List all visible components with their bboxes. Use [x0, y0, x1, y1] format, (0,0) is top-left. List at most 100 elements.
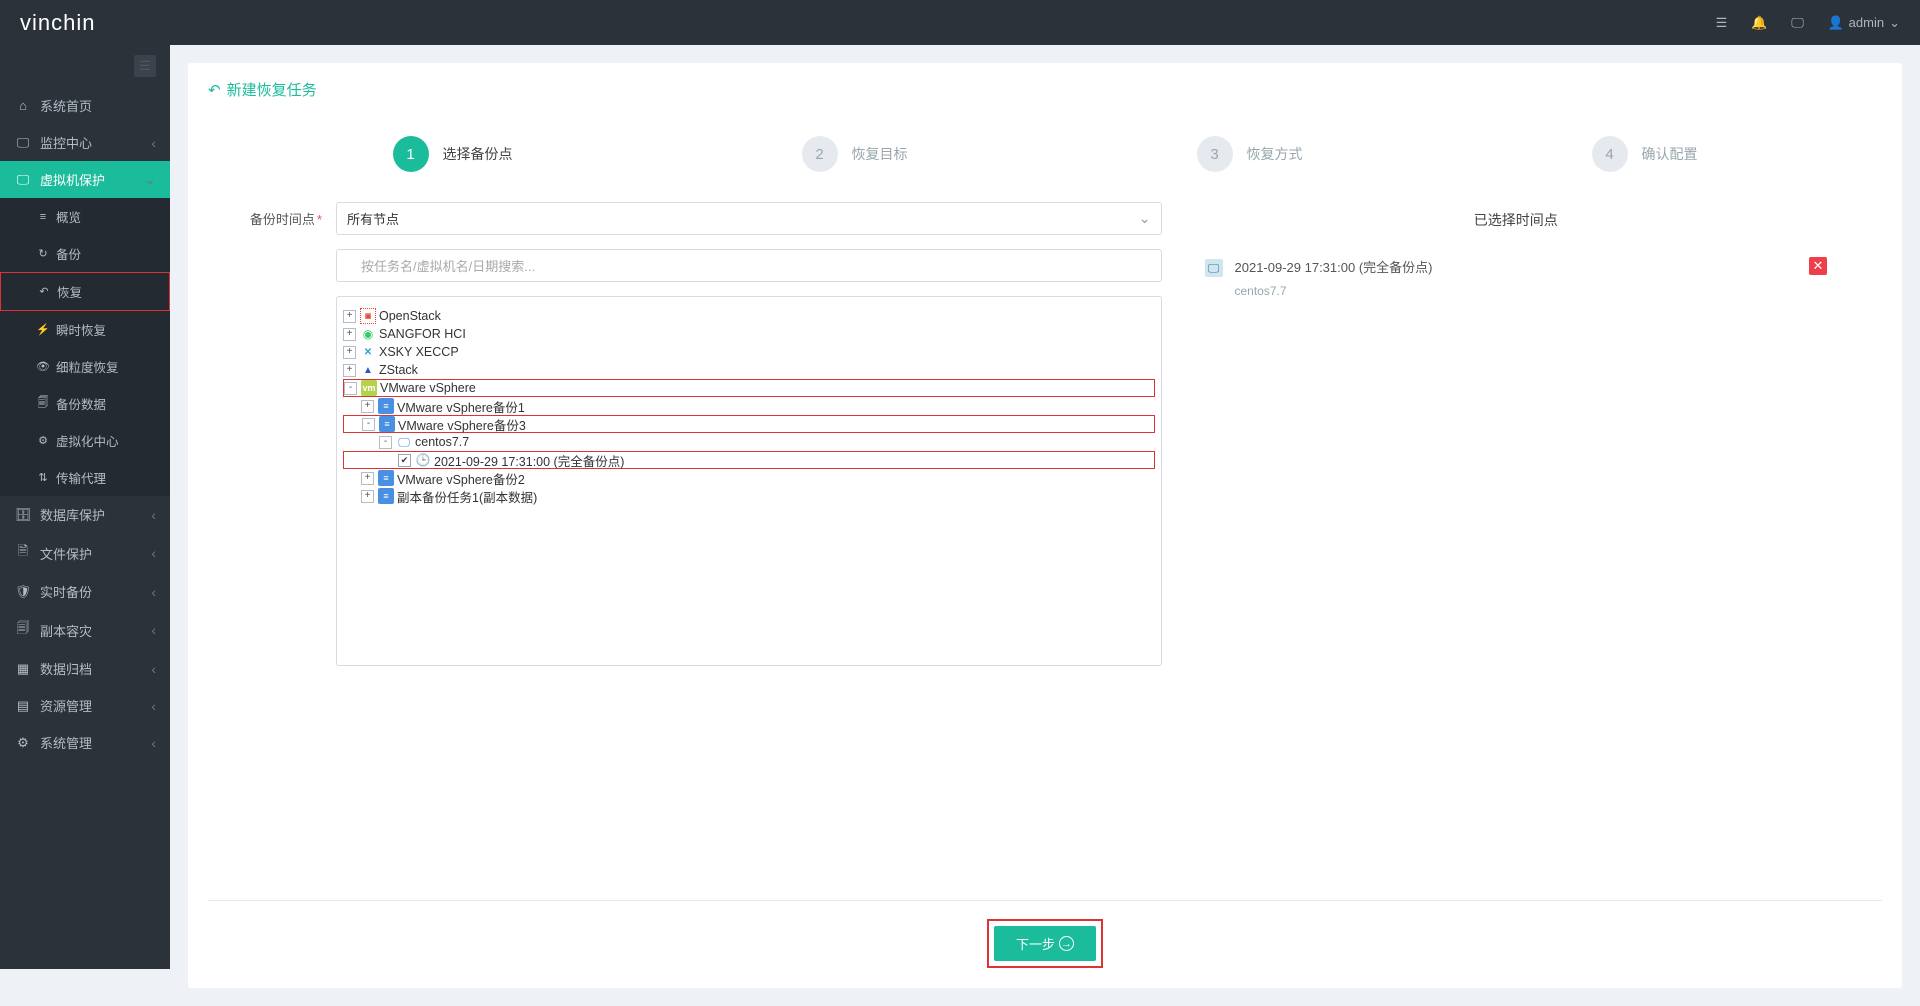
vm-icon: 🖵 — [396, 434, 412, 450]
xsky-icon: ✕ — [360, 344, 376, 360]
undo-icon: ↶ — [37, 285, 51, 298]
top-header: vinchin ☰ 🔔 🖵 👤 admin ⌄ — [0, 0, 1920, 45]
step-label: 确认配置 — [1642, 144, 1698, 164]
sidebar: ☰ ⌂ 系统首页 🖵 监控中心 🖵 虚拟机保护 ≡概览 ↻ 备份 ↶ 恢复 ⚡瞬时恢… — [0, 45, 170, 969]
nav-sub-virtcenter[interactable]: ⚙虚拟化中心 — [0, 422, 170, 459]
nav-realtime[interactable]: 🛡 实时备份 — [0, 573, 170, 610]
nav-label: 传输代理 — [56, 468, 106, 487]
copy-icon: 🗐 — [36, 394, 50, 413]
tree-node-vmware[interactable]: -vmVMware vSphere — [343, 379, 1155, 397]
tree-node-xsky[interactable]: +✕XSKY XECCP — [343, 343, 1155, 361]
nav-archive[interactable]: ▦数据归档 — [0, 650, 170, 687]
copy-icon: 🗐 — [14, 619, 32, 641]
nav-home[interactable]: ⌂ 系统首页 — [0, 87, 170, 124]
next-button[interactable]: 下一步 — [994, 926, 1096, 961]
remove-selected-button[interactable]: ✕ — [1809, 257, 1827, 275]
tree-node-replica[interactable]: +≡副本备份任务1(副本数据) — [343, 487, 1155, 505]
nav-db[interactable]: 🗄数据库保护 — [0, 496, 170, 533]
field-label-backup-point: 备份时间点* — [248, 209, 336, 228]
nav-system[interactable]: ⚙ 系统管理 — [0, 724, 170, 761]
wizard-panel: ↶ 新建恢复任务 1 选择备份点 2 恢复目标 3 恢复方式 4 确认配置 — [188, 63, 1902, 988]
next-button-highlight: 下一步 — [987, 919, 1103, 968]
collapse-icon[interactable]: - — [344, 382, 357, 395]
nav-label: 备份 — [56, 244, 81, 263]
nav-sub-restore[interactable]: ↶ 恢复 — [0, 272, 170, 311]
list-icon[interactable]: ☰ — [1713, 15, 1729, 31]
main-content: ↶ 新建恢复任务 1 选择备份点 2 恢复目标 3 恢复方式 4 确认配置 — [170, 45, 1920, 1006]
nav-label: 文件保护 — [40, 544, 92, 563]
selected-item-title: 2021-09-29 17:31:00 (完全备份点) — [1235, 257, 1810, 276]
refresh-icon: ↻ — [36, 247, 50, 260]
tree-node-openstack[interactable]: +▣OpenStack — [343, 307, 1155, 325]
nav-replica[interactable]: 🗐副本容灾 — [0, 610, 170, 650]
nav-file[interactable]: 🗎 文件保护 — [0, 533, 170, 573]
nav-vm-protect[interactable]: 🖵 虚拟机保护 — [0, 161, 170, 198]
nav-monitor[interactable]: 🖵 监控中心 — [0, 124, 170, 161]
tree-node-centos[interactable]: -🖵centos7.7 — [343, 433, 1155, 451]
nav-label: 系统首页 — [40, 96, 92, 115]
settings-icon: ⚙ — [14, 735, 32, 751]
expand-icon[interactable]: + — [343, 328, 356, 341]
backup-task-icon: ≡ — [379, 416, 395, 432]
grid-icon: ▤ — [14, 698, 32, 714]
backup-tree: +▣OpenStack +◉SANGFOR HCI +✕XSKY XECCP +… — [336, 296, 1162, 666]
tree-node-vmw-b3[interactable]: -≡VMware vSphere备份3 — [343, 415, 1155, 433]
step-2[interactable]: 2 恢复目标 — [802, 136, 908, 172]
screen-icon[interactable]: 🖵 — [1789, 15, 1805, 31]
nav-sub-instant[interactable]: ⚡瞬时恢复 — [0, 311, 170, 348]
collapse-icon[interactable]: - — [362, 418, 375, 431]
node-select[interactable]: 所有节点 — [336, 202, 1162, 235]
nav-resource[interactable]: ▤资源管理 — [0, 687, 170, 724]
sidebar-toggle-wrap: ☰ — [0, 45, 170, 87]
zstack-icon: ▲ — [360, 362, 376, 378]
file-icon: 🗎 — [14, 542, 32, 564]
checkbox-checked-icon[interactable] — [398, 454, 411, 467]
tree-node-point[interactable]: 🕒2021-09-29 17:31:00 (完全备份点) — [343, 451, 1155, 469]
tree-node-vmw-b2[interactable]: +≡VMware vSphere备份2 — [343, 469, 1155, 487]
step-4[interactable]: 4 确认配置 — [1592, 136, 1698, 172]
clock-icon: 🕒 — [415, 452, 431, 468]
nav-label: 备份数据 — [56, 394, 106, 413]
panel-header[interactable]: ↶ 新建恢复任务 — [208, 63, 1882, 116]
wizard-steps: 1 选择备份点 2 恢复目标 3 恢复方式 4 确认配置 — [208, 116, 1882, 202]
backup-task-icon: ≡ — [378, 398, 394, 414]
backup-task-icon: ≡ — [378, 488, 394, 504]
bell-icon[interactable]: 🔔 — [1751, 15, 1767, 31]
search-input[interactable]: 按任务名/虚拟机名/日期搜索... — [336, 249, 1162, 282]
nav-sub-proxy[interactable]: ⇅传输代理 — [0, 459, 170, 496]
select-value: 所有节点 — [347, 209, 399, 228]
step-label: 恢复目标 — [852, 144, 908, 164]
tree-node-vmw-b1[interactable]: +≡VMware vSphere备份1 — [343, 397, 1155, 415]
nav-label: 实时备份 — [40, 582, 92, 601]
expand-icon[interactable]: + — [343, 346, 356, 359]
nav-label: 恢复 — [57, 282, 82, 301]
nav-sub-data[interactable]: 🗐 备份数据 — [0, 385, 170, 422]
nav-label: 系统管理 — [40, 733, 92, 752]
eye-icon: 👁 — [36, 360, 50, 373]
nav-label: 数据库保护 — [40, 505, 105, 524]
tree-node-sangfor[interactable]: +◉SANGFOR HCI — [343, 325, 1155, 343]
expand-icon[interactable]: + — [361, 472, 374, 485]
nav-label: 概览 — [56, 207, 81, 226]
expand-icon[interactable]: + — [343, 364, 356, 377]
nav-sub-overview[interactable]: ≡概览 — [0, 198, 170, 235]
user-menu[interactable]: 👤 admin ⌄ — [1827, 15, 1900, 31]
monitor-icon: 🖵 — [14, 135, 32, 151]
step-label: 选择备份点 — [443, 144, 513, 164]
expand-icon[interactable]: + — [343, 310, 356, 323]
nav-sub-granular[interactable]: 👁细粒度恢复 — [0, 348, 170, 385]
step-3[interactable]: 3 恢复方式 — [1197, 136, 1303, 172]
collapse-icon[interactable]: - — [379, 436, 392, 449]
expand-icon[interactable]: + — [361, 490, 374, 503]
tree-node-zstack[interactable]: +▲ZStack — [343, 361, 1155, 379]
expand-icon[interactable]: + — [361, 400, 374, 413]
shield-icon: 🛡 — [14, 584, 32, 600]
step-1[interactable]: 1 选择备份点 — [393, 136, 513, 172]
brand-logo: vinchin — [20, 10, 95, 36]
sidebar-toggle-button[interactable]: ☰ — [134, 55, 156, 77]
nav-sub-backup[interactable]: ↻ 备份 — [0, 235, 170, 272]
vmware-icon: vm — [361, 380, 377, 396]
home-icon: ⌂ — [14, 98, 32, 113]
gear-icon: ⚙ — [36, 434, 50, 447]
page-title: 新建恢复任务 — [227, 79, 317, 100]
